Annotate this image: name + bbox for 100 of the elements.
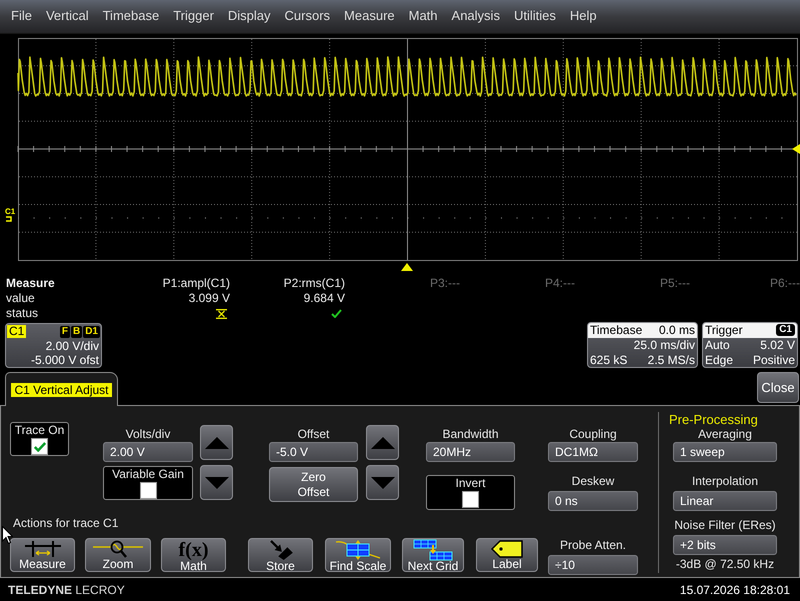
trace-flag: D1 bbox=[83, 326, 100, 338]
channel-marker-label: C1 bbox=[5, 208, 16, 216]
menu-item[interactable]: Measure bbox=[344, 6, 395, 26]
row-label: status bbox=[5, 306, 40, 321]
trigger-title: Trigger bbox=[705, 324, 743, 336]
decrease-button[interactable] bbox=[200, 465, 233, 500]
interpolation-field[interactable]: Linear bbox=[673, 491, 777, 511]
sample-rate: 2.5 MS/s bbox=[648, 354, 695, 366]
parameter-value: 3.099 V bbox=[188, 291, 230, 306]
trigger-type: Edge bbox=[705, 354, 734, 366]
parameter-header: P5:--- bbox=[660, 276, 690, 291]
down-triangle-icon bbox=[204, 476, 228, 488]
offset-field[interactable]: -5.0 V bbox=[269, 442, 358, 462]
channel-descriptor[interactable]: C1 F B D1 2.00 V/div -5.000 V ofst bbox=[5, 323, 102, 368]
menu-item[interactable]: Math bbox=[408, 6, 438, 26]
grid-scale-icon bbox=[335, 540, 381, 560]
caliper-icon bbox=[24, 541, 60, 557]
channel-badge: C1 bbox=[7, 325, 26, 338]
trigger-source-badge: C1 bbox=[776, 324, 795, 336]
sample-count: 625 kS bbox=[590, 354, 628, 366]
close-button[interactable]: Close bbox=[757, 372, 799, 403]
up-triangle-icon bbox=[370, 436, 394, 448]
parameter-value: 9.684 V bbox=[304, 291, 345, 306]
trace-flag: B bbox=[70, 326, 82, 338]
parameter-header: P1:ampl(C1) bbox=[162, 276, 230, 291]
delay-reading: 0.0 ms bbox=[658, 324, 695, 336]
offset-reading: -5.000 V ofst bbox=[30, 354, 99, 366]
parameter-header: P2:rms(C1) bbox=[284, 276, 345, 291]
menu-item[interactable]: Utilities bbox=[514, 6, 556, 26]
menu-item[interactable]: Display bbox=[228, 6, 271, 26]
invert-checkbox[interactable] bbox=[462, 491, 479, 508]
next-grid-button[interactable]: Next Grid bbox=[402, 538, 464, 572]
trigger-slope: Positive bbox=[752, 354, 795, 366]
volts-per-div-reading: 2.00 V/div bbox=[46, 340, 99, 352]
variable-gain-checkbox[interactable] bbox=[140, 482, 156, 499]
menu-item[interactable]: File bbox=[11, 6, 32, 26]
timebase-title: Timebase bbox=[590, 324, 642, 336]
probe-atten-label: Probe Atten. bbox=[558, 538, 628, 553]
volts-div-field[interactable]: 2.00 V bbox=[103, 442, 193, 462]
timestamp: 15.07.2026 18:28:01 bbox=[680, 584, 790, 596]
actions-title: Actions for trace C1 bbox=[12, 516, 118, 531]
averaging-label: Averaging bbox=[697, 427, 753, 442]
increase-button[interactable] bbox=[200, 425, 233, 460]
probe-atten-field[interactable]: ÷10 bbox=[548, 555, 638, 575]
coupling-field[interactable]: DC1MΩ bbox=[548, 442, 638, 462]
zoom-button[interactable]: Zoom bbox=[85, 538, 151, 572]
zero-offset-button[interactable]: Zero Offset bbox=[269, 467, 358, 502]
triangle-marker-icon bbox=[401, 263, 413, 271]
menu-item[interactable]: Analysis bbox=[452, 6, 500, 26]
trigger-descriptor[interactable]: Trigger C1 Auto 5.02 V Edge Positive bbox=[702, 322, 798, 368]
averaging-field[interactable]: 1 sweep bbox=[673, 442, 777, 462]
invert-label: Invert bbox=[455, 476, 486, 491]
variable-gain-label: Variable Gain bbox=[112, 467, 184, 482]
coupling-label: Coupling bbox=[568, 427, 618, 442]
arrow-into-chip-icon bbox=[268, 540, 292, 560]
time-per-div-reading: 25.0 ms/div bbox=[634, 339, 695, 351]
parameter-header: P6:--- bbox=[770, 276, 800, 291]
menu-item[interactable]: Trigger bbox=[173, 6, 214, 26]
trace-flag: F bbox=[60, 326, 70, 338]
label-button[interactable]: Label bbox=[476, 538, 538, 572]
magnifier-wave-icon bbox=[93, 540, 143, 558]
noise-filter-field[interactable]: +2 bits bbox=[673, 535, 777, 555]
trigger-mode: Auto bbox=[705, 339, 730, 351]
triangle-marker-icon bbox=[792, 144, 800, 154]
decrease-button[interactable] bbox=[366, 465, 399, 500]
find-scale-button[interactable]: Find Scale bbox=[325, 538, 391, 572]
interpolation-label: Interpolation bbox=[690, 474, 760, 489]
offset-label: Offset bbox=[296, 427, 330, 442]
pre-processing-title: Pre-Processing bbox=[668, 412, 758, 427]
tag-icon bbox=[491, 540, 523, 558]
dialog-tab[interactable]: C1 Vertical Adjust bbox=[5, 372, 118, 406]
brand-logo: TELEDYNE LECROY bbox=[8, 584, 125, 596]
trace-on-checkbox[interactable] bbox=[31, 438, 48, 455]
mouse-pointer-icon bbox=[2, 526, 13, 544]
measure-title: Measure bbox=[5, 276, 56, 291]
parameter-header: P4:--- bbox=[545, 276, 575, 291]
ground-level-marker-icon bbox=[6, 216, 14, 222]
cutoff-reading: -3dB @ 72.50 kHz bbox=[674, 557, 776, 572]
menu-item[interactable]: Cursors bbox=[284, 6, 330, 26]
menu-item[interactable]: Help bbox=[570, 6, 597, 26]
measure-button[interactable]: Measure bbox=[10, 538, 75, 572]
menu-item[interactable]: Vertical bbox=[46, 6, 89, 26]
timebase-descriptor[interactable]: Timebase 0.0 ms 25.0 ms/div 625 kS 2.5 MS/s bbox=[587, 322, 698, 368]
down-triangle-icon bbox=[370, 476, 394, 488]
check-icon bbox=[34, 442, 46, 452]
menu-item[interactable]: Timebase bbox=[102, 6, 160, 26]
trace-on-label: Trace On bbox=[14, 423, 64, 438]
bandwidth-field[interactable]: 20MHz bbox=[426, 442, 515, 462]
math-button[interactable]: f(x) Math bbox=[161, 538, 226, 572]
store-button[interactable]: Store bbox=[248, 538, 313, 572]
increase-button[interactable] bbox=[366, 425, 399, 460]
up-triangle-icon bbox=[204, 436, 228, 448]
noise-filter-label: Noise Filter (ERes) bbox=[673, 518, 777, 533]
volts-div-label: Volts/div bbox=[124, 427, 172, 442]
deskew-field[interactable]: 0 ns bbox=[548, 491, 638, 511]
parameter-header: P3:--- bbox=[430, 276, 460, 291]
bandwidth-label: Bandwidth bbox=[441, 427, 500, 442]
trigger-voltage: 5.02 V bbox=[760, 339, 795, 351]
grid-arrow-icon bbox=[413, 539, 453, 561]
row-label: value bbox=[5, 291, 36, 306]
